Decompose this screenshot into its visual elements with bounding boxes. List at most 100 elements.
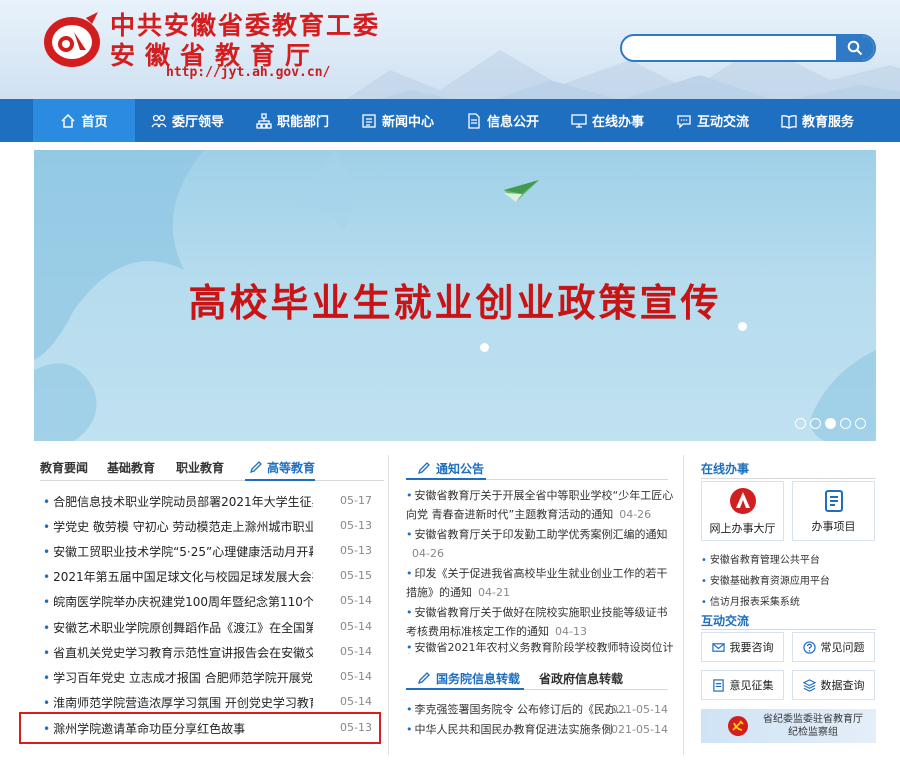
list-item[interactable]: 安徽工贸职业技术学院“5·25”心理健康活动月开幕 05-13 (35, 541, 372, 561)
site-url[interactable]: http://jyt.ah.gov.cn/ (166, 65, 330, 80)
list-item-date: 05-14 (340, 670, 372, 683)
list-item[interactable]: 淮南师范学院营造浓厚学习氛围 开创党史学习教育宣... 05-14 (35, 692, 372, 712)
banner-dot (738, 322, 747, 331)
list-item-title: 2021年第五届中国足球文化与校园足球发展大会在... (43, 568, 313, 585)
nav-item-departments[interactable]: 职能部门 (240, 99, 345, 142)
news-icon (362, 113, 376, 128)
site-logo[interactable] (40, 10, 104, 70)
notice-item[interactable]: 安徽省2021年农村义务教育阶段学校教师特设岗位计划招 (406, 642, 674, 654)
feedback-icon (712, 678, 724, 692)
list-item[interactable]: 合肥信息技术职业学院动员部署2021年大学生征兵... 05-17 (35, 491, 372, 511)
pager-dot[interactable] (795, 418, 806, 429)
tab-basic-edu[interactable]: 基础教育 (107, 459, 155, 476)
list-doc-icon (824, 490, 843, 512)
party-emblem-icon (728, 716, 748, 736)
reprint-item[interactable]: 中华人民共和国民办教育促进法实施条例2021-05-14 (406, 720, 674, 739)
notice-item[interactable]: 安徽省教育厅关于印发勤工助学优秀案例汇编的通知 04-26 (406, 525, 674, 563)
nav-item-home[interactable]: 首页 (33, 99, 135, 142)
list-item-date: 05-14 (340, 695, 372, 708)
card-label: 网上办事大厅 (709, 522, 776, 535)
notice-title: 安徽省教育厅关于做好在院校实施职业技能等级证书考核费用标准核定工作的通知 (406, 606, 668, 638)
pager-dot-active[interactable] (825, 418, 836, 429)
data-query-button[interactable]: 数据查询 (792, 670, 875, 700)
column-divider (388, 455, 389, 755)
list-item[interactable]: 2021年第五届中国足球文化与校园足球发展大会在... 05-15 (35, 566, 372, 586)
notice-item[interactable]: 印发《关于促进我省高校毕业生就业创业工作的若干措施》的通知04-21 (406, 564, 674, 602)
feedback-button[interactable]: 意见征集 (701, 670, 784, 700)
service-items-card[interactable]: 办事项目 (792, 481, 875, 541)
pager-dot[interactable] (840, 418, 851, 429)
notice-item[interactable]: 安徽省教育厅关于做好在院校实施职业技能等级证书考核费用标准核定工作的通知04-1… (406, 603, 674, 641)
faq-button[interactable]: 常见问题 (792, 632, 875, 662)
book-icon (781, 114, 797, 129)
notice-item[interactable]: 安徽省教育厅关于开展全省中等职业学校“少年工匠心向党 青春奋进新时代”主题教育活… (406, 486, 674, 524)
nav-item-label: 教育服务 (801, 115, 854, 130)
nav-item-label: 委厅领导 (171, 115, 224, 130)
reprint-date: 2021-05-14 (604, 723, 668, 736)
online-link[interactable]: 信访月报表采集系统 (701, 593, 800, 608)
button-label: 意见征集 (729, 679, 774, 692)
nav-item-info-disclosure[interactable]: 信息公开 (450, 99, 555, 142)
nav-item-label: 首页 (81, 115, 108, 130)
pen-icon (249, 461, 262, 474)
mail-icon (711, 642, 725, 652)
home-icon (61, 113, 76, 128)
edu-news-tabs: 教育要闻 基础教育 职业教育 高等教育 (40, 459, 384, 481)
tab-vocational-edu[interactable]: 职业教育 (176, 459, 224, 476)
tab-provincial-gov[interactable]: 省政府信息转载 (539, 670, 623, 687)
selection-highlight-box (19, 712, 381, 744)
list-item-title: 省直机关党史学习教育示范性宣讲报告会在安徽交通... (43, 644, 313, 661)
list-item-date: 05-13 (340, 544, 372, 557)
pen-icon (417, 672, 430, 685)
nav-item-label: 互动交流 (696, 115, 749, 130)
section-underline (701, 629, 876, 630)
notice-title: 安徽省教育厅关于印发勤工助学优秀案例汇编的通知 (406, 528, 668, 541)
banner-text-line2: 纪检监察组 (788, 727, 838, 738)
online-link[interactable]: 安徽省教育管理公共平台 (701, 551, 820, 566)
pager-dot[interactable] (855, 418, 866, 429)
hero-banner[interactable]: 高校毕业生就业创业政策宣传 (34, 150, 876, 441)
online-hall-card[interactable]: 网上办事大厅 (701, 481, 784, 541)
list-item-date: 05-14 (340, 645, 372, 658)
nav-item-leaders[interactable]: 委厅领导 (135, 99, 240, 142)
nav-item-label: 新闻中心 (381, 115, 434, 130)
list-item[interactable]: 学习百年党史 立志成才报国 合肥师范学院开展党史... 05-14 (35, 667, 372, 687)
list-item[interactable]: 学党史 敬劳模 守初心 劳动模范走上滁州城市职业学... 05-13 (35, 516, 372, 536)
list-item-title: 合肥信息技术职业学院动员部署2021年大学生征兵... (43, 493, 313, 510)
button-label: 数据查询 (820, 679, 865, 692)
nav-item-interaction[interactable]: 互动交流 (660, 99, 765, 142)
list-item[interactable]: 皖南医学院举办庆祝建党100周年暨纪念第110个国... 05-14 (35, 591, 372, 611)
pager-dot[interactable] (810, 418, 821, 429)
tab-higher-edu[interactable]: 高等教育 (245, 459, 316, 481)
list-item-date: 05-14 (340, 620, 372, 633)
nav-item-label: 职能部门 (276, 115, 329, 130)
consult-button[interactable]: 我要咨询 (701, 632, 784, 662)
list-item[interactable]: 安徽艺术职业学院原创舞蹈作品《渡江》在全国第六... 05-14 (35, 617, 372, 637)
tab-state-council[interactable]: 国务院信息转载 (436, 670, 520, 687)
org-chart-icon (256, 112, 272, 129)
nav-item-news[interactable]: 新闻中心 (345, 99, 450, 142)
section-underline-accent (406, 478, 486, 480)
list-item-title: 学习百年党史 立志成才报国 合肥师范学院开展党史... (43, 669, 313, 686)
nav-item-online-service[interactable]: 在线办事 (555, 99, 660, 142)
list-item-title: 安徽艺术职业学院原创舞蹈作品《渡江》在全国第六... (43, 619, 313, 636)
online-link[interactable]: 安徽基础教育资源应用平台 (701, 572, 830, 587)
discipline-inspection-banner[interactable]: 省纪委监委驻省教育厅 纪检监察组 (701, 709, 876, 743)
list-item-title: 淮南师范学院营造浓厚学习氛围 开创党史学习教育宣... (43, 694, 313, 711)
nav-item-edu-service[interactable]: 教育服务 (765, 99, 870, 142)
list-item[interactable]: 省直机关党史学习教育示范性宣讲报告会在安徽交通... 05-14 (35, 642, 372, 662)
main-nav: 首页 委厅领导 职能部门 新闻中心 信息公开 在线办事 互动交流 教育服务 (0, 99, 900, 142)
interaction-heading: 互动交流 (701, 614, 750, 628)
button-label: 我要咨询 (729, 641, 774, 654)
reprint-title: 中华人民共和国民办教育促进法实施条例 (406, 723, 613, 736)
reprint-item[interactable]: 李克强签署国务院令 公布修订后的《民办...2021-05-14 (406, 700, 674, 719)
search-input[interactable] (630, 38, 830, 58)
pen-icon (417, 462, 430, 475)
tab-label: 高等教育 (267, 461, 316, 475)
notices-heading[interactable]: 通知公告 (436, 460, 484, 477)
online-hall-icon (729, 488, 756, 514)
search-button[interactable] (836, 36, 874, 60)
button-label: 常见问题 (820, 641, 865, 654)
tab-edu-news[interactable]: 教育要闻 (40, 459, 88, 476)
list-item-date: 05-15 (340, 569, 372, 582)
